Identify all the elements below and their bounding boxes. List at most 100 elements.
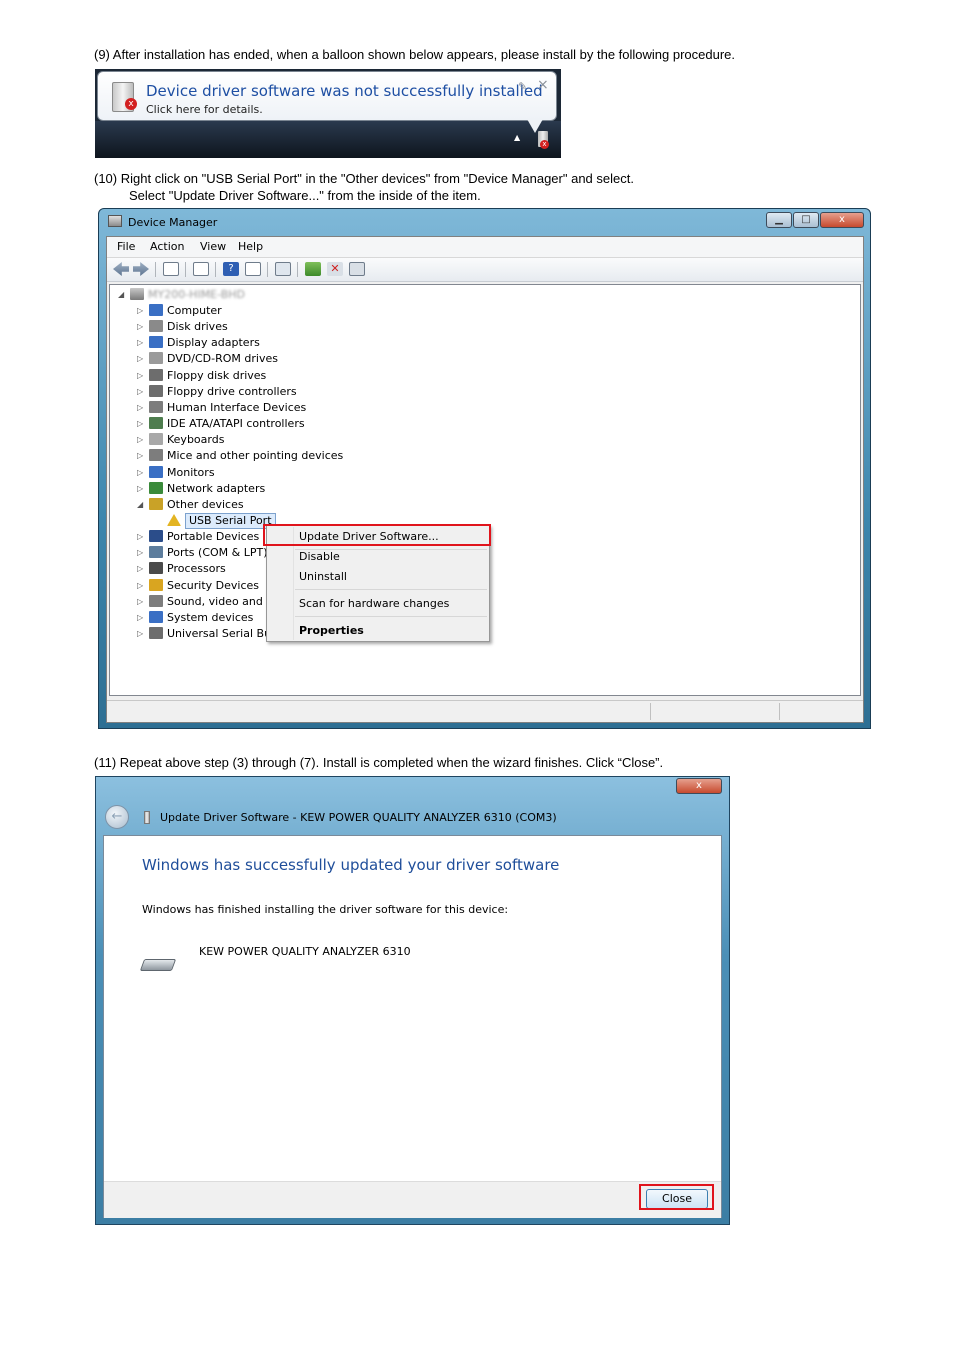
expand-toggle-icon[interactable]: ▷ xyxy=(137,322,143,331)
menu-view[interactable]: View xyxy=(200,240,226,253)
scan-hardware-icon[interactable] xyxy=(275,262,291,276)
wizard-back-button[interactable]: ← xyxy=(105,805,129,829)
close-window-button[interactable]: x xyxy=(820,212,864,228)
disable-icon[interactable] xyxy=(349,262,365,276)
balloon-close-icon[interactable]: × xyxy=(537,77,549,93)
tree-category[interactable]: ▷ Computer xyxy=(137,303,377,319)
back-arrow-icon[interactable] xyxy=(113,262,129,276)
expand-toggle-icon[interactable]: ▷ xyxy=(137,629,143,638)
expand-toggle-icon[interactable]: ▷ xyxy=(137,548,143,557)
expand-toggle-icon[interactable]: ▷ xyxy=(137,403,143,412)
tree-category[interactable]: ▷ Floppy disk drives xyxy=(137,368,377,384)
tree-category[interactable]: ▷ Mice and other pointing devices xyxy=(137,448,377,464)
tree-item-label: Processors xyxy=(167,562,226,576)
tree-category[interactable]: ▷ DVD/CD-ROM drives xyxy=(137,351,377,367)
uninstall-icon[interactable]: ✕ xyxy=(327,262,343,276)
maximize-button[interactable]: □ xyxy=(793,212,819,228)
tree-root-label: MY200-HIME-BHD xyxy=(148,288,245,301)
serial-cable-icon xyxy=(139,959,177,971)
expand-toggle-icon[interactable]: ▷ xyxy=(137,419,143,428)
expand-toggle-icon[interactable]: ▷ xyxy=(137,597,143,606)
toolbar-separator xyxy=(215,262,216,277)
tree-item-label: Security Devices xyxy=(167,578,260,592)
forward-arrow-icon[interactable] xyxy=(133,262,149,276)
system-devices-icon xyxy=(149,610,163,623)
menu-scan-hardware[interactable]: Scan for hardware changes xyxy=(299,597,449,610)
tree-category[interactable]: ▷ Monitors xyxy=(137,465,377,481)
view-icon[interactable] xyxy=(245,262,261,276)
tree-category[interactable]: ▷ Disk drives xyxy=(137,319,377,335)
toolbar-separator xyxy=(185,262,186,277)
tray-error-badge-icon: x xyxy=(540,140,549,149)
tree-item-label: Human Interface Devices xyxy=(167,400,307,414)
update-driver-wizard-window: x ← Update Driver Software - KEW POWER Q… xyxy=(95,776,730,1225)
network-adapter-icon xyxy=(149,481,163,494)
console-tree-icon[interactable] xyxy=(163,262,179,276)
help-icon[interactable]: ? xyxy=(223,262,239,276)
tree-item-label: Ports (COM & LPT) xyxy=(167,546,268,560)
tree-category[interactable]: ▷ Display adapters xyxy=(137,335,377,351)
expand-toggle-icon[interactable]: ▷ xyxy=(137,613,143,622)
tree-item-label: Other devices xyxy=(167,497,244,511)
device-manager-client: File Action View Help ? ✕ ◢ MY200-HIME-B… xyxy=(106,236,864,723)
tree-item-label: Network adapters xyxy=(167,481,266,495)
expand-toggle-icon[interactable]: ▷ xyxy=(137,468,143,477)
hid-icon xyxy=(149,400,163,413)
tree-root[interactable]: ◢ MY200-HIME-BHD xyxy=(118,287,318,303)
menu-properties[interactable]: Properties xyxy=(299,624,364,637)
minimize-button[interactable]: ▁ xyxy=(766,212,792,228)
usb-device-icon xyxy=(144,811,150,824)
toolbar-separator xyxy=(267,262,268,277)
expand-toggle-icon[interactable]: ▷ xyxy=(137,306,143,315)
tree-category[interactable]: ▷ Network adapters xyxy=(137,481,377,497)
balloon-options-icon[interactable]: ✎ xyxy=(518,80,527,93)
tree-category[interactable]: ▷ Floppy drive controllers xyxy=(137,384,377,400)
properties-icon[interactable] xyxy=(193,262,209,276)
tree-item-label: USB Serial Port xyxy=(185,512,276,529)
expand-toggle-icon[interactable]: ▷ xyxy=(137,451,143,460)
expand-toggle-icon[interactable]: ◢ xyxy=(118,290,124,299)
tree-item-label: Computer xyxy=(167,304,222,317)
security-device-icon xyxy=(149,578,163,591)
expand-toggle-icon[interactable]: ▷ xyxy=(137,484,143,493)
disk-drive-icon xyxy=(149,320,163,333)
expand-toggle-icon[interactable]: ▷ xyxy=(137,581,143,590)
tray-expand-icon[interactable]: ▲ xyxy=(514,133,520,142)
wizard-body-text: Windows has finished installing the driv… xyxy=(142,903,509,916)
tree-item-label: Portable Devices xyxy=(167,530,260,544)
expand-toggle-icon[interactable]: ▷ xyxy=(137,338,143,347)
menu-help[interactable]: Help xyxy=(238,240,263,253)
tree-item-label: Disk drives xyxy=(167,320,228,334)
tree-item-label: IDE ATA/ATAPI controllers xyxy=(167,417,305,431)
menu-disable[interactable]: Disable xyxy=(299,550,340,563)
collapse-toggle-icon[interactable]: ◢ xyxy=(137,500,143,509)
balloon-subtitle[interactable]: Click here for details. xyxy=(146,103,263,116)
expand-toggle-icon[interactable]: ▷ xyxy=(137,532,143,541)
expand-toggle-icon[interactable]: ▷ xyxy=(137,371,143,380)
processor-icon xyxy=(149,562,163,575)
menu-action[interactable]: Action xyxy=(150,240,184,253)
tree-category[interactable]: ▷ Keyboards xyxy=(137,432,377,448)
computer-icon xyxy=(149,304,163,316)
menu-uninstall[interactable]: Uninstall xyxy=(299,570,347,583)
tree-item-label: Keyboards xyxy=(167,433,225,447)
update-driver-icon[interactable] xyxy=(305,262,321,276)
expand-toggle-icon[interactable]: ▷ xyxy=(137,564,143,573)
sound-icon xyxy=(149,594,163,607)
tree-category[interactable]: ▷ Human Interface Devices xyxy=(137,400,377,416)
tree-item-label: Display adapters xyxy=(167,336,260,350)
tree-category[interactable]: ▷ IDE ATA/ATAPI controllers xyxy=(137,416,377,432)
balloon-notification[interactable]: x Device driver software was not success… xyxy=(97,71,557,121)
step-10-text: (10) Right click on "USB Serial Port" in… xyxy=(94,171,634,186)
step-9-text: (9) After installation has ended, when a… xyxy=(94,47,736,62)
expand-toggle-icon[interactable]: ▷ xyxy=(137,387,143,396)
expand-toggle-icon[interactable]: ▷ xyxy=(137,435,143,444)
step-11-text: (11) Repeat above step (3) through (7). … xyxy=(94,755,664,770)
wizard-title: Update Driver Software - KEW POWER QUALI… xyxy=(160,811,557,824)
menu-file[interactable]: File xyxy=(117,240,135,253)
status-bar xyxy=(107,700,863,722)
expand-toggle-icon[interactable]: ▷ xyxy=(137,354,143,363)
toolbar-separator xyxy=(297,262,298,277)
wizard-close-window-button[interactable]: x xyxy=(676,778,722,794)
tree-category[interactable]: ◢ Other devices xyxy=(137,497,377,513)
